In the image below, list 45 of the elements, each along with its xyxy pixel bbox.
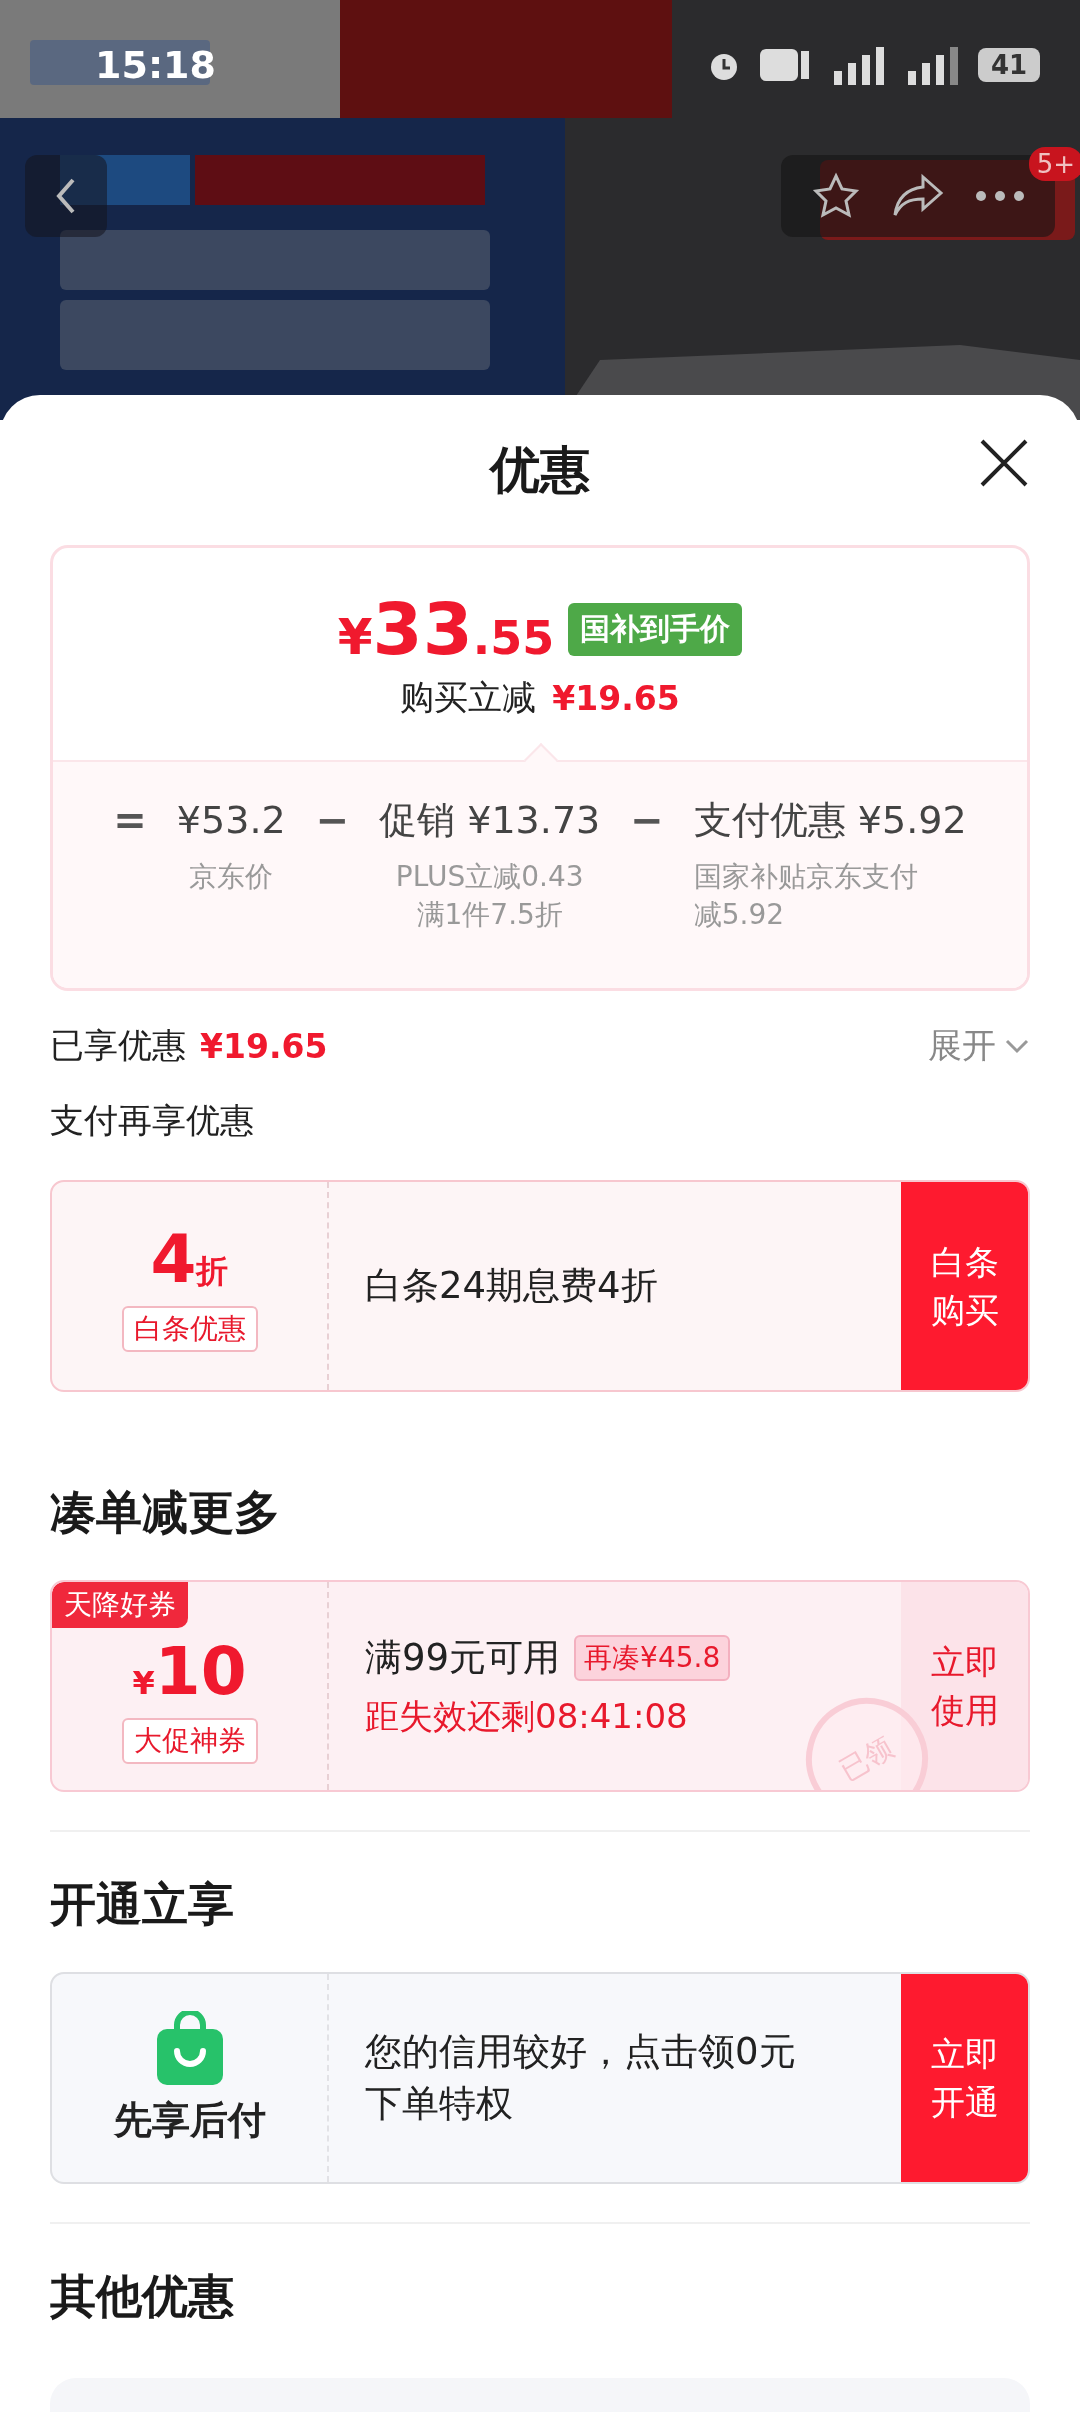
close-button[interactable] xyxy=(978,437,1030,489)
coupon-condition: 满99元可用 xyxy=(365,1635,561,1681)
breakdown-note: 满1件7.5折 xyxy=(416,897,563,933)
price-tag: 国补到手价 xyxy=(568,602,743,656)
breakdown-note: PLUS立减0.43 xyxy=(395,859,584,895)
breakdown-note: 京东价 xyxy=(189,859,274,895)
coupon-amount: ¥10 xyxy=(132,1632,247,1710)
enjoyed-label: 已享优惠 xyxy=(50,1024,186,1067)
use-button[interactable]: 立即使用 xyxy=(901,1582,1028,1790)
remaining-chip: 再凑¥45.8 xyxy=(574,1635,731,1681)
section-subtitle: 支付再享优惠 xyxy=(50,1099,255,1142)
breakdown-value: 促销 ¥13.73 xyxy=(379,797,601,844)
shopping-bag-icon xyxy=(154,2010,225,2087)
breakdown-note: 国家补贴京东支付减5.92 xyxy=(693,859,919,933)
saving-amount: ¥19.65 xyxy=(552,678,680,718)
back-button[interactable] xyxy=(25,155,107,237)
buy-button[interactable]: 白条购买 xyxy=(901,1182,1028,1390)
battery-indicator: 41 xyxy=(978,48,1040,82)
sheet-title: 优惠 xyxy=(490,439,590,501)
activate-button[interactable]: 立即开通 xyxy=(901,1974,1028,2182)
operator-sign: − xyxy=(630,796,664,845)
brand-label: 先享后付 xyxy=(113,2096,266,2144)
breakdown-value: 支付优惠 ¥5.92 xyxy=(693,797,967,844)
breakdown-value: ¥53.2 xyxy=(176,797,286,844)
offer-tag: 白条优惠 xyxy=(121,1305,258,1352)
final-price: ¥33.55 xyxy=(337,587,555,671)
chevron-down-icon xyxy=(1004,1038,1030,1054)
section-title: 其他优惠 xyxy=(50,2268,235,2325)
operator-sign: − xyxy=(315,796,350,845)
coupon-countdown: 距失效还剩08:41:08 xyxy=(365,1695,689,1738)
notification-badge: 5+ xyxy=(1028,147,1080,181)
offer-text: 您的信用较好，点击领0元下单特权 xyxy=(365,2029,797,2127)
saving-label: 购买立减 xyxy=(400,676,537,719)
more-icon[interactable] xyxy=(975,190,1025,202)
star-icon[interactable] xyxy=(811,171,861,221)
expand-toggle[interactable]: 展开 xyxy=(928,1023,1030,1069)
discount-value: 4折 xyxy=(150,1220,229,1298)
status-time: 15:18 xyxy=(95,43,216,87)
enjoyed-amount: ¥19.65 xyxy=(200,1026,328,1066)
coupon-tag: 大促神券 xyxy=(121,1717,258,1764)
section-title: 开通立享 xyxy=(50,1876,235,1933)
offer-text: 白条24期息费4折 xyxy=(365,1263,659,1309)
coupon-ribbon: 天降好券 xyxy=(52,1582,188,1628)
operator-sign: = xyxy=(113,796,147,845)
section-title: 凑单减更多 xyxy=(50,1484,281,1541)
